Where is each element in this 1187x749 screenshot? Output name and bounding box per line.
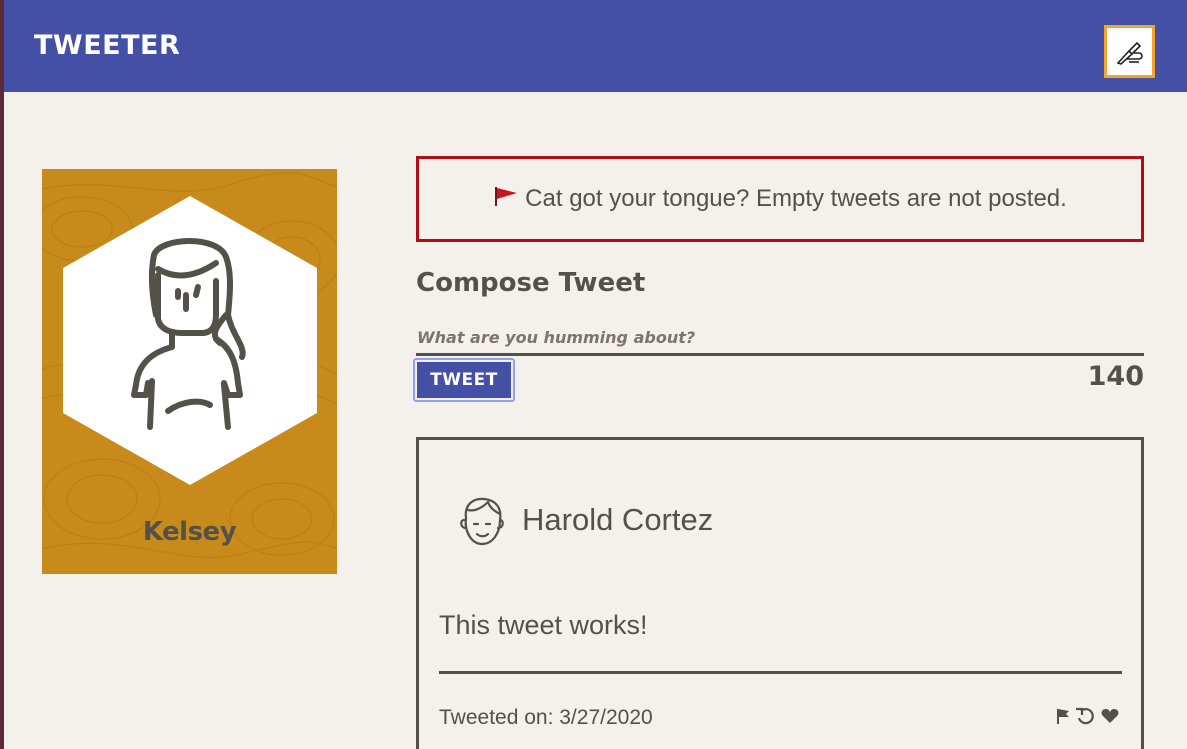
error-text: Cat got your tongue? Empty tweets are no… (525, 185, 1067, 212)
writing-hand-icon (1116, 41, 1143, 65)
tweet-actions (1055, 706, 1119, 726)
tweet-divider (439, 671, 1122, 674)
tweet-card: Harold Cortez This tweet works! Tweeted … (416, 437, 1144, 749)
profile-name: Kelsey (142, 517, 237, 547)
compose-toggle-button[interactable] (1104, 25, 1155, 78)
retweet-icon[interactable] (1075, 706, 1097, 726)
tweet-input[interactable] (416, 322, 1144, 356)
red-flag-icon (493, 185, 519, 214)
window-edge (0, 0, 4, 749)
character-counter: 140 (1087, 361, 1144, 392)
tweet-button[interactable]: TWEET (413, 358, 515, 402)
tweet-author: Harold Cortez (522, 502, 714, 537)
top-nav: TWEETER (4, 0, 1187, 92)
compose-title: Compose Tweet (416, 268, 646, 298)
error-message: Cat got your tongue? Empty tweets are no… (416, 156, 1144, 242)
app-title: TWEETER (34, 30, 181, 61)
tweet-body: This tweet works! (439, 610, 648, 640)
user-avatar-icon (131, 238, 246, 430)
profile-card: Kelsey (42, 169, 337, 574)
tweet-button-label: TWEET (417, 362, 511, 398)
tweet-date: Tweeted on: 3/27/2020 (439, 706, 653, 729)
heart-icon[interactable] (1101, 708, 1119, 724)
flag-icon[interactable] (1055, 707, 1071, 725)
author-avatar-icon (460, 497, 504, 546)
